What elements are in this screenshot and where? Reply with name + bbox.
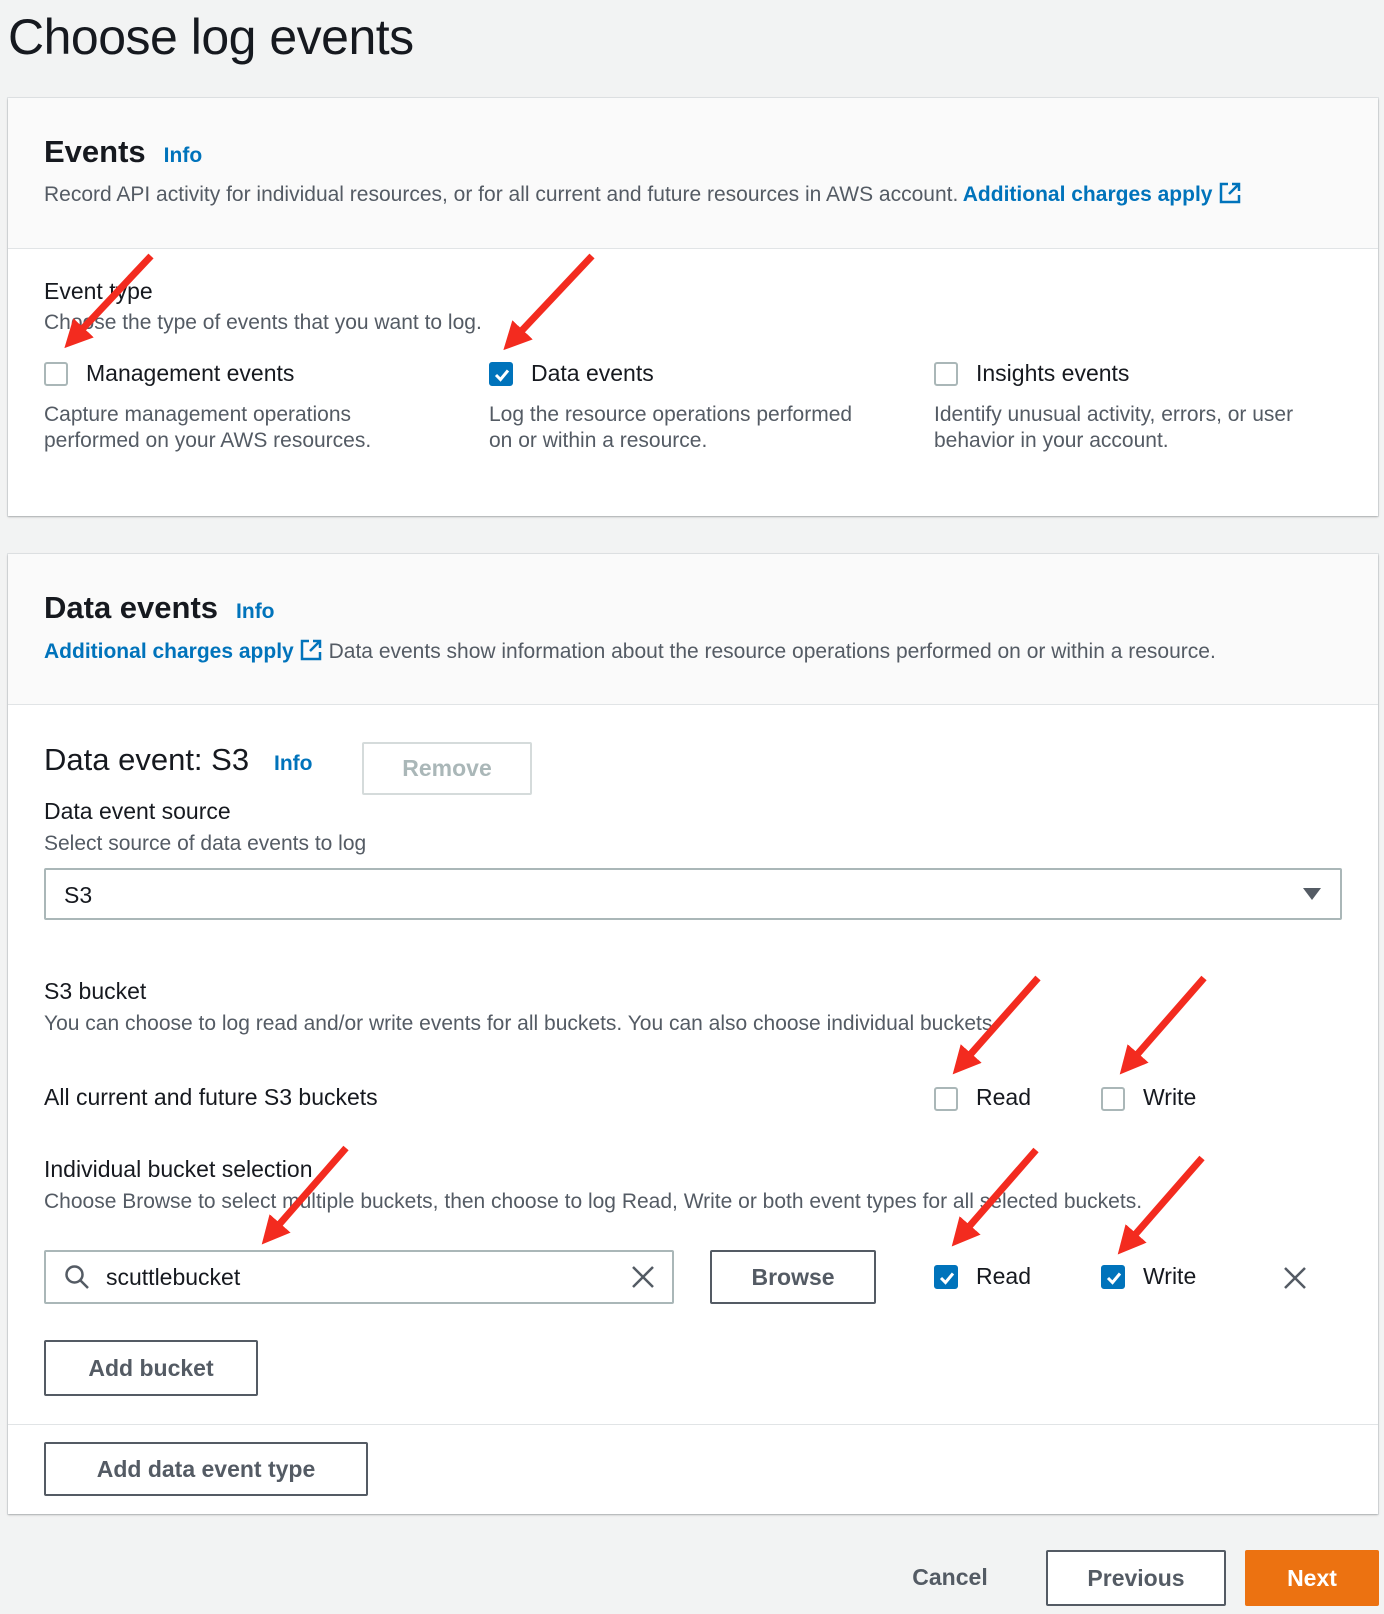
bucket-search-input[interactable]: scuttlebucket: [44, 1250, 674, 1304]
all-buckets-label: All current and future S3 buckets: [44, 1084, 378, 1110]
remove-row-icon[interactable]: [1282, 1265, 1308, 1291]
external-link-icon[interactable]: [1217, 180, 1243, 206]
data-events-panel: Data events Info Additional charges apply…: [8, 554, 1378, 1514]
checkmark-icon: [494, 369, 510, 382]
management-events-desc-line2: performed on your AWS resources.: [44, 429, 372, 452]
panel-divider: [8, 1424, 1378, 1425]
individual-bucket-desc: Choose Browse to select multiple buckets…: [44, 1190, 1143, 1213]
management-events-checkbox[interactable]: [44, 362, 68, 386]
checkmark-icon: [1106, 1272, 1122, 1285]
all-buckets-write-checkbox[interactable]: [1101, 1087, 1125, 1111]
browse-button[interactable]: Browse: [710, 1250, 876, 1304]
individual-write-checkbox[interactable]: [1101, 1265, 1125, 1289]
insights-events-checkbox[interactable]: [934, 362, 958, 386]
individual-bucket-label: Individual bucket selection: [44, 1156, 313, 1182]
search-icon: [65, 1265, 89, 1289]
events-panel-header: Events Info Record API activity for indiv…: [8, 98, 1378, 249]
events-panel: Events Info Record API activity for indiv…: [8, 98, 1378, 516]
data-events-info-link[interactable]: Info: [236, 600, 274, 623]
clear-icon[interactable]: [630, 1264, 656, 1290]
remove-button[interactable]: Remove: [362, 742, 532, 795]
all-buckets-read-label: Read: [976, 1084, 1031, 1110]
dropdown-caret-icon: [1303, 888, 1321, 900]
insights-events-desc-line2: behavior in your account.: [934, 429, 1169, 452]
individual-read-label: Read: [976, 1263, 1031, 1289]
events-title: Events: [44, 134, 146, 169]
data-events-checkbox[interactable]: [489, 362, 513, 386]
event-type-label: Event type: [44, 278, 153, 304]
individual-write-label: Write: [1143, 1263, 1197, 1289]
data-events-desc-line2: on or within a resource.: [489, 429, 708, 452]
data-event-source-label: Data event source: [44, 798, 231, 824]
management-events-label: Management events: [86, 360, 295, 386]
data-event-source-desc: Select source of data events to log: [44, 832, 367, 855]
s3-bucket-desc: You can choose to log read and/or write …: [44, 1012, 999, 1035]
page-title: Choose log events: [8, 9, 414, 65]
data-events-desc-line1: Log the resource operations performed: [489, 403, 853, 426]
add-data-event-type-button[interactable]: Add data event type: [44, 1442, 368, 1496]
add-bucket-button[interactable]: Add bucket: [44, 1340, 258, 1396]
data-event-source-select[interactable]: S3: [44, 868, 1342, 920]
bucket-search-value: scuttlebucket: [106, 1264, 241, 1290]
all-buckets-write-label: Write: [1143, 1084, 1197, 1110]
events-description: Record API activity for individual resou…: [44, 183, 959, 206]
data-events-panel-header: Data events Info Additional charges apply…: [8, 554, 1378, 705]
insights-events-label: Insights events: [976, 360, 1130, 386]
events-info-link[interactable]: Info: [164, 144, 202, 167]
page: Choose log events Events Info Record API …: [0, 0, 1384, 1614]
individual-read-checkbox[interactable]: [934, 1265, 958, 1289]
management-events-desc-line1: Capture management operations: [44, 403, 352, 426]
data-event-s3-title: Data event: S3: [44, 742, 250, 777]
checkmark-icon: [939, 1272, 955, 1285]
data-events-label: Data events: [531, 360, 654, 386]
data-events-title: Data events: [44, 590, 219, 625]
all-buckets-read-checkbox[interactable]: [934, 1087, 958, 1111]
events-charges-link[interactable]: Additional charges apply: [963, 183, 1213, 206]
cancel-button[interactable]: Cancel: [888, 1552, 1012, 1602]
event-type-description: Choose the type of events that you want …: [44, 311, 482, 334]
previous-button[interactable]: Previous: [1046, 1550, 1226, 1606]
external-link-icon[interactable]: [298, 637, 324, 663]
data-events-charges-link[interactable]: Additional charges apply: [44, 640, 294, 663]
data-event-s3-info-link[interactable]: Info: [274, 752, 312, 776]
data-event-source-value: S3: [64, 882, 93, 908]
s3-bucket-label: S3 bucket: [44, 978, 147, 1004]
data-events-description: Data events show information about the r…: [328, 640, 1216, 663]
insights-events-desc-line1: Identify unusual activity, errors, or us…: [934, 403, 1294, 426]
next-button[interactable]: Next: [1245, 1550, 1379, 1606]
